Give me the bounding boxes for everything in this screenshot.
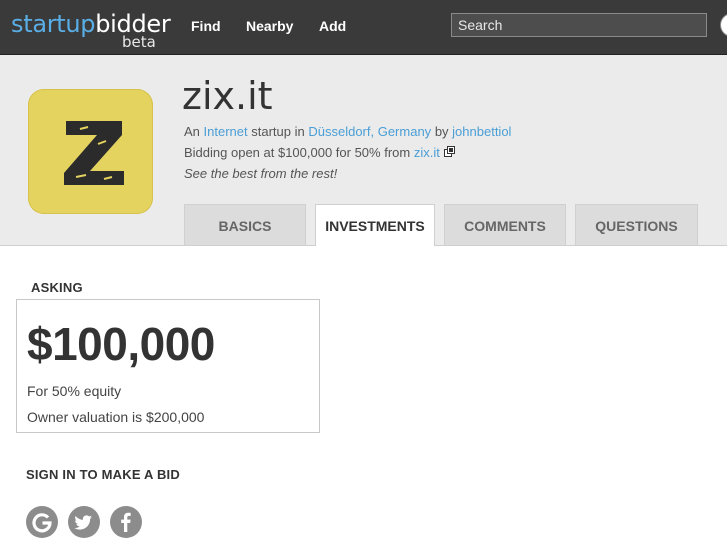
- startup-logo: [28, 89, 153, 214]
- startup-title: zix.it: [182, 74, 273, 118]
- valuation-text: Owner valuation is $200,000: [27, 409, 205, 425]
- nav-add-link[interactable]: Add: [319, 18, 346, 34]
- external-link-icon[interactable]: [443, 146, 455, 157]
- z-letter-icon: [64, 121, 124, 185]
- facebook-icon: [121, 512, 131, 532]
- owner-link[interactable]: johnbettiol: [452, 124, 511, 139]
- asking-amount: $100,000: [27, 318, 215, 370]
- tab-questions[interactable]: QUESTIONS: [575, 204, 698, 245]
- logo-beta-label: beta: [122, 33, 156, 51]
- nav-find-link[interactable]: Find: [191, 18, 221, 34]
- bidding-text: Bidding open at $100,000 for 50% from: [184, 145, 411, 160]
- search-input[interactable]: [451, 13, 707, 37]
- google-icon: [32, 513, 52, 533]
- summary-mid: startup in: [251, 124, 305, 139]
- location-link[interactable]: Düsseldorf, Germany: [308, 124, 431, 139]
- asking-heading: ASKING: [31, 280, 83, 295]
- bidding-line: Bidding open at $100,000 for 50% from zi…: [184, 145, 455, 161]
- nav-nearby-link[interactable]: Nearby: [246, 18, 293, 34]
- top-nav-bar: startupbidder beta Find Nearby Add: [0, 0, 727, 55]
- twitter-signin-button[interactable]: [68, 506, 100, 538]
- startup-summary-line: An Internet startup in Düsseldorf, Germa…: [184, 124, 511, 140]
- search-edge-decoration: [720, 13, 727, 37]
- tab-comments[interactable]: COMMENTS: [444, 204, 566, 245]
- category-link[interactable]: Internet: [204, 124, 248, 139]
- website-link[interactable]: zix.it: [414, 145, 440, 160]
- twitter-icon: [74, 515, 92, 530]
- signin-heading: SIGN IN TO MAKE A BID: [26, 467, 180, 482]
- summary-prefix: An: [184, 124, 200, 139]
- facebook-signin-button[interactable]: [110, 506, 142, 538]
- google-signin-button[interactable]: [26, 506, 58, 538]
- logo-text-startup: startup: [11, 10, 96, 38]
- startup-tagline: See the best from the rest!: [184, 166, 338, 181]
- tab-basics[interactable]: BASICS: [184, 204, 306, 245]
- tab-investments[interactable]: INVESTMENTS: [315, 204, 435, 246]
- summary-by: by: [434, 124, 449, 139]
- equity-text: For 50% equity: [27, 383, 122, 399]
